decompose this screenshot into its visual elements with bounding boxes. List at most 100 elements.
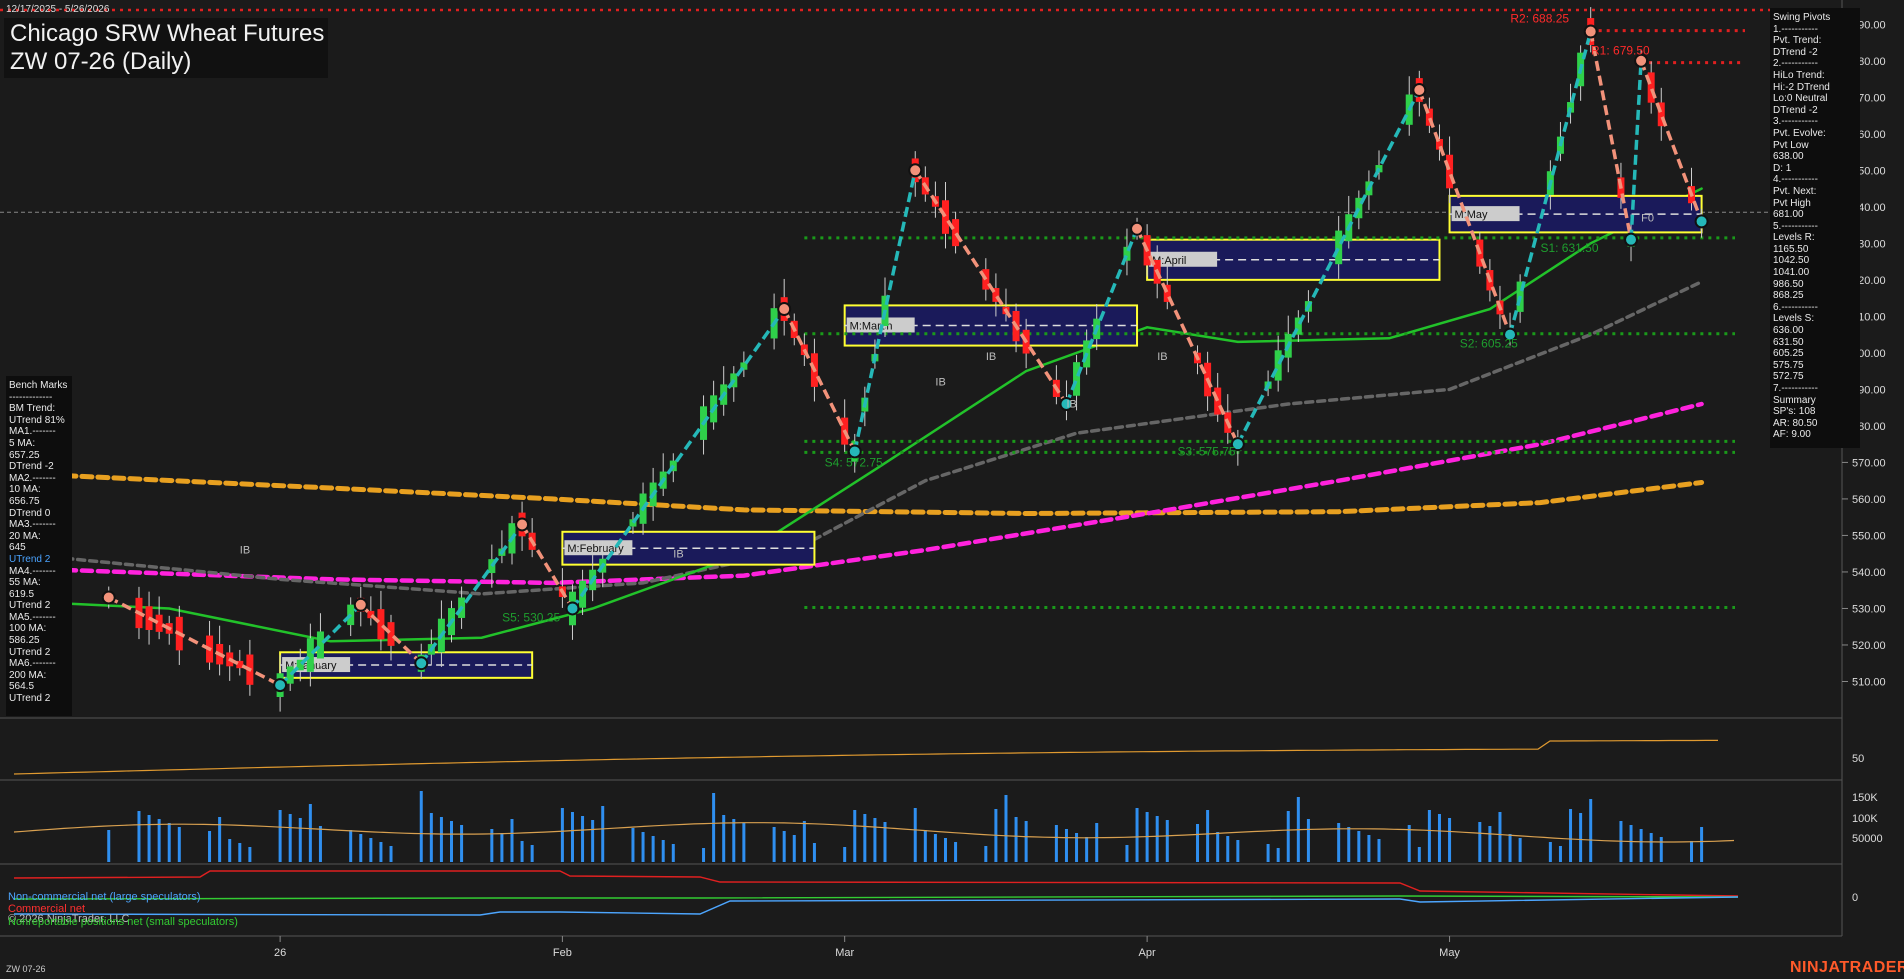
volume-bar [1165, 820, 1169, 862]
price-tick-label: 560.00 [1852, 494, 1886, 506]
panel-line: AF: 9.00 [1773, 429, 1811, 441]
volume-bar [298, 818, 302, 862]
price-tick-label: 570.00 [1852, 457, 1886, 469]
volume-bar [923, 830, 927, 862]
price-tick-label: 530.00 [1852, 603, 1886, 615]
volume-bar [228, 839, 232, 862]
volume-bar [1347, 827, 1351, 862]
panel-line: DTrend -2 [1773, 46, 1818, 58]
candle-body [1073, 362, 1081, 396]
volume-bar [601, 806, 605, 862]
volume-bar [1427, 810, 1431, 862]
volume-bar [1518, 838, 1522, 862]
ninjatrader-logo: NINJATRADER [1790, 959, 1904, 976]
candle-body [952, 219, 960, 247]
pivot-low-dot [1624, 232, 1639, 247]
volume-bar [812, 843, 816, 862]
panel-line: UTrend 2 [9, 693, 51, 705]
volume-bar [510, 819, 514, 862]
cot-panel: 0 [13, 870, 1858, 916]
support-label: S5: 530.25 [502, 611, 560, 625]
volume-bar [782, 831, 786, 862]
volume-bar [1639, 829, 1643, 862]
volume-bar [1407, 825, 1411, 862]
volume-bar [308, 804, 312, 862]
volume-tick-label: 150K [1852, 792, 1878, 804]
volume-bar [873, 818, 877, 862]
volume-bar [1498, 812, 1502, 862]
oscillator-panel: 50 [13, 739, 1864, 775]
panel-line: 5 MA: [9, 437, 36, 449]
volume-bar [943, 838, 947, 862]
volume-bar [772, 827, 776, 862]
panel-line: 3.----------- [1773, 116, 1818, 128]
volume-bar [853, 810, 857, 862]
panel-line: SP's: 108 [1773, 406, 1816, 418]
volume-bar [1095, 823, 1099, 862]
chart-grid [0, 0, 1843, 937]
panel-line: D: 1 [1773, 162, 1792, 174]
volume-bar [349, 830, 353, 862]
volume-bar [671, 844, 675, 862]
volume-bar [530, 845, 534, 862]
panel-line: MA6.------- [9, 658, 56, 670]
date-range: 12/17/2025 - 5/26/2026 [6, 4, 110, 15]
panel-line: MA5.------- [9, 611, 56, 623]
pivot-high-dot [101, 590, 116, 605]
panel-line: Summary [1773, 394, 1816, 406]
volume-bar [732, 819, 736, 862]
pivot-high-dot [777, 302, 792, 317]
panel-line: DTrend 0 [9, 507, 51, 519]
volume-bar [581, 816, 585, 862]
date-tick-label: Apr [1139, 947, 1156, 959]
volume-bar [1649, 833, 1653, 862]
panel-line: 5.----------- [1773, 220, 1818, 232]
volume-bar [1216, 832, 1220, 862]
panel-line: 2.----------- [1773, 58, 1818, 70]
ib-label: IB [1157, 351, 1167, 363]
swing-pivots-panel: Swing Pivots 1.----------- Pvt. Trend: DTre… [1770, 8, 1860, 448]
volume-bar [439, 817, 443, 862]
pivot-high-dot [1412, 82, 1427, 97]
volume-bar [419, 791, 423, 862]
panel-line: MA2.------- [9, 472, 56, 484]
volume-bar [379, 842, 383, 862]
ib-label: F0 [1641, 212, 1654, 224]
volume-bar [1357, 831, 1361, 862]
osc-tick-label: 50 [1852, 753, 1864, 765]
panel-line: AR: 80.50 [1773, 417, 1818, 429]
volume-bar [984, 846, 988, 862]
volume-bar [1155, 816, 1159, 862]
pivot-high-dot [1583, 24, 1598, 39]
volume-bar [1014, 817, 1018, 862]
panel-line: 20 MA: [9, 530, 41, 542]
volume-bar [792, 835, 796, 862]
date-axis: 26 Feb Mar Apr May [274, 936, 1460, 959]
support-label: S4: 572.75 [825, 455, 883, 469]
panel-line: 986.50 [1773, 278, 1804, 290]
volume-bar [843, 847, 847, 862]
panel-line: Pvt. Trend: [1773, 35, 1822, 47]
volume-bar [1196, 824, 1200, 862]
panel-line: 631.50 [1773, 336, 1804, 348]
date-tick-label: Feb [553, 947, 572, 959]
panel-line: Pvt Low [1773, 139, 1809, 151]
panel-line: 7.----------- [1773, 383, 1818, 394]
ib-label: IB [673, 548, 683, 560]
candle-body [1335, 230, 1343, 265]
pivot-high-dot [1130, 221, 1145, 236]
panel-line: 100 MA: [9, 623, 47, 635]
date-tick-label: 26 [274, 947, 286, 959]
volume-bar [1135, 808, 1139, 862]
price-tick-label: 520.00 [1852, 640, 1886, 652]
panel-line: 586.25 [9, 635, 40, 647]
panel-line: ------------- [9, 391, 53, 403]
panel-line: Swing Pivots [1773, 12, 1831, 23]
volume-bar [1125, 845, 1129, 862]
panel-line: 638.00 [1773, 151, 1804, 163]
pivot-label: R1: 679.50 [1591, 44, 1650, 58]
volume-bar [1054, 825, 1058, 862]
volume-bar [1700, 827, 1704, 862]
panel-line: HiLo Trend: [1773, 69, 1825, 81]
candle-body [1446, 154, 1454, 189]
